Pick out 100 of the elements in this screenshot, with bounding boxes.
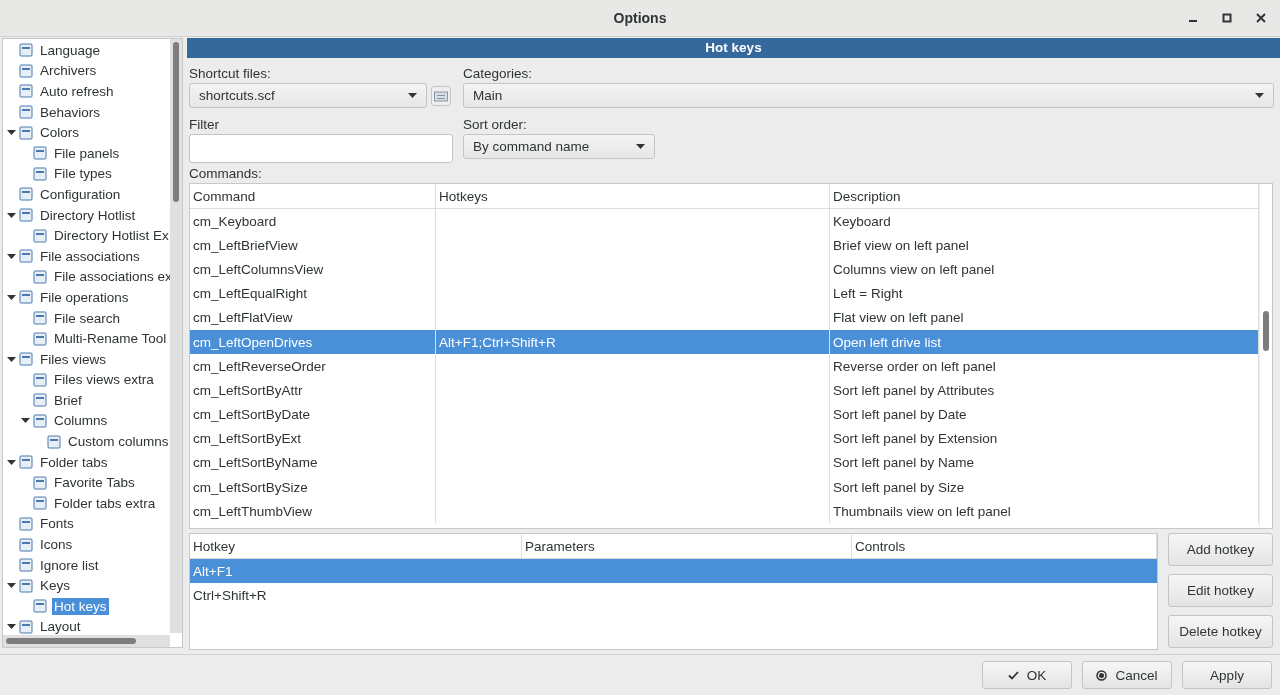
table-cell: cm_LeftColumnsView: [190, 257, 436, 282]
table-cell: cm_LeftSortBySize: [190, 475, 436, 500]
collapse-arrow-icon[interactable]: [7, 457, 16, 467]
page-icon: [19, 43, 33, 58]
collapse-arrow-icon[interactable]: [7, 581, 16, 591]
page-icon: [33, 146, 47, 161]
filter-field[interactable]: [189, 134, 453, 163]
column-header[interactable]: Command: [190, 184, 436, 208]
tree-item[interactable]: File search: [52, 309, 123, 327]
table-cell: Alt+F1;Ctrl+Shift+R: [436, 329, 830, 355]
page-icon: [33, 393, 47, 408]
page-icon: [33, 372, 47, 387]
tree-item[interactable]: Directory Hotlist Ex: [52, 227, 171, 245]
hotkey-button[interactable]: Delete hotkey: [1168, 615, 1273, 648]
collapse-arrow-icon[interactable]: [7, 128, 16, 138]
maximize-icon[interactable]: [1222, 13, 1232, 23]
collapse-arrow-icon[interactable]: [7, 292, 16, 302]
collapse-arrow-icon[interactable]: [21, 416, 30, 426]
page-icon: [19, 558, 33, 573]
page-icon: [33, 496, 47, 511]
field-label: Shortcut files:: [189, 65, 272, 83]
column-header[interactable]: Controls: [852, 534, 1157, 558]
table-cell: cm_LeftSortByAttr: [190, 378, 436, 403]
page-icon: [19, 84, 33, 99]
collapse-arrow-icon[interactable]: [7, 622, 16, 632]
tree-item[interactable]: Multi-Rename Tool: [52, 330, 169, 348]
table-cell: cm_LeftOpenDrives: [190, 329, 436, 355]
ok-button[interactable]: OK: [982, 661, 1072, 689]
tree-item[interactable]: Layout: [38, 618, 83, 636]
close-icon[interactable]: [1256, 13, 1266, 23]
sort-order-dropdown[interactable]: By command name: [463, 134, 655, 159]
page-icon: [19, 125, 33, 140]
apply-button[interactable]: Apply: [1182, 661, 1272, 689]
tree-item[interactable]: Favorite Tabs: [52, 474, 137, 492]
tree-item[interactable]: Custom columns: [66, 433, 171, 451]
hotkey-button[interactable]: Add hotkey: [1168, 533, 1273, 566]
tree-item[interactable]: Archivers: [38, 62, 99, 80]
tree-item[interactable]: Folder tabs extra: [52, 494, 158, 512]
cancel-button[interactable]: Cancel: [1082, 661, 1172, 689]
tree-item[interactable]: Auto refresh: [38, 83, 116, 100]
field-label: Categories:: [463, 65, 534, 83]
page-icon: [19, 63, 33, 78]
table-cell-text: Alt+F1: [192, 563, 234, 579]
collapse-arrow-icon[interactable]: [7, 354, 16, 364]
field-label: Commands:: [189, 165, 263, 183]
tree-item[interactable]: Folder tabs: [38, 453, 110, 471]
column-header[interactable]: Hotkeys: [436, 184, 830, 208]
page-icon: [19, 187, 33, 202]
tree-item[interactable]: Colors: [38, 124, 81, 142]
page-icon: [19, 537, 33, 552]
tree-item[interactable]: File operations: [38, 288, 131, 306]
page-icon: [19, 249, 33, 264]
page-icon: [33, 599, 47, 614]
column-header[interactable]: Hotkey: [190, 534, 522, 558]
tree-item[interactable]: Keys: [38, 577, 72, 595]
page-icon: [47, 434, 61, 449]
keyboard-icon-button[interactable]: [431, 85, 451, 106]
tree-item[interactable]: Files views extra: [52, 371, 156, 389]
page-icon: [33, 228, 47, 243]
tree-item[interactable]: Ignore list: [38, 556, 101, 574]
tree-item[interactable]: File panels: [52, 144, 122, 162]
stop-icon: [1096, 669, 1108, 681]
caret-icon: [1255, 93, 1264, 98]
hotkey-button[interactable]: Edit hotkey: [1168, 574, 1273, 607]
tree-item[interactable]: Configuration: [38, 185, 123, 203]
scrollbar[interactable]: [1259, 184, 1272, 528]
page-icon: [33, 269, 47, 284]
tree-item[interactable]: Fonts: [38, 515, 76, 533]
page-icon: [19, 208, 33, 223]
table-cell: cm_LeftThumbView: [190, 499, 436, 524]
tree-item[interactable]: File associations: [38, 247, 142, 265]
tree-item[interactable]: Brief: [52, 391, 84, 409]
tree-item[interactable]: File types: [52, 165, 114, 183]
page-icon: [19, 578, 33, 593]
page-icon: [19, 455, 33, 470]
tree-item[interactable]: Language: [38, 41, 103, 59]
section-header: Hot keys: [187, 38, 1280, 58]
collapse-arrow-icon[interactable]: [7, 251, 16, 261]
tree-item[interactable]: Icons: [38, 536, 75, 554]
table-row[interactable]: Ctrl+Shift+R: [190, 583, 1157, 607]
page-icon: [33, 166, 47, 181]
table-cell: cm_LeftReverseOrder: [190, 354, 436, 379]
shortcut-files-dropdown[interactable]: shortcuts.scf: [189, 83, 427, 108]
scrollbar[interactable]: [3, 635, 170, 647]
collapse-arrow-icon[interactable]: [7, 210, 16, 220]
scrollbar[interactable]: [170, 39, 182, 633]
tree-item[interactable]: Behaviors: [38, 103, 103, 121]
table-cell: cm_LeftEqualRight: [190, 281, 436, 306]
categories-dropdown[interactable]: Main: [463, 83, 1274, 108]
table-cell-text: Ctrl+Shift+R: [192, 587, 268, 603]
tree-item[interactable]: Columns: [52, 412, 110, 430]
table-cell: cm_LeftSortByName: [190, 450, 436, 476]
check-icon: [1007, 670, 1019, 680]
table-cell: cm_LeftBriefView: [190, 233, 436, 258]
tree-item[interactable]: Directory Hotlist: [38, 206, 138, 224]
tree-item[interactable]: Files views: [38, 350, 108, 368]
page-icon: [19, 105, 33, 120]
caret-icon: [408, 93, 417, 98]
page-icon: [19, 619, 33, 634]
column-header[interactable]: Parameters: [522, 534, 852, 558]
